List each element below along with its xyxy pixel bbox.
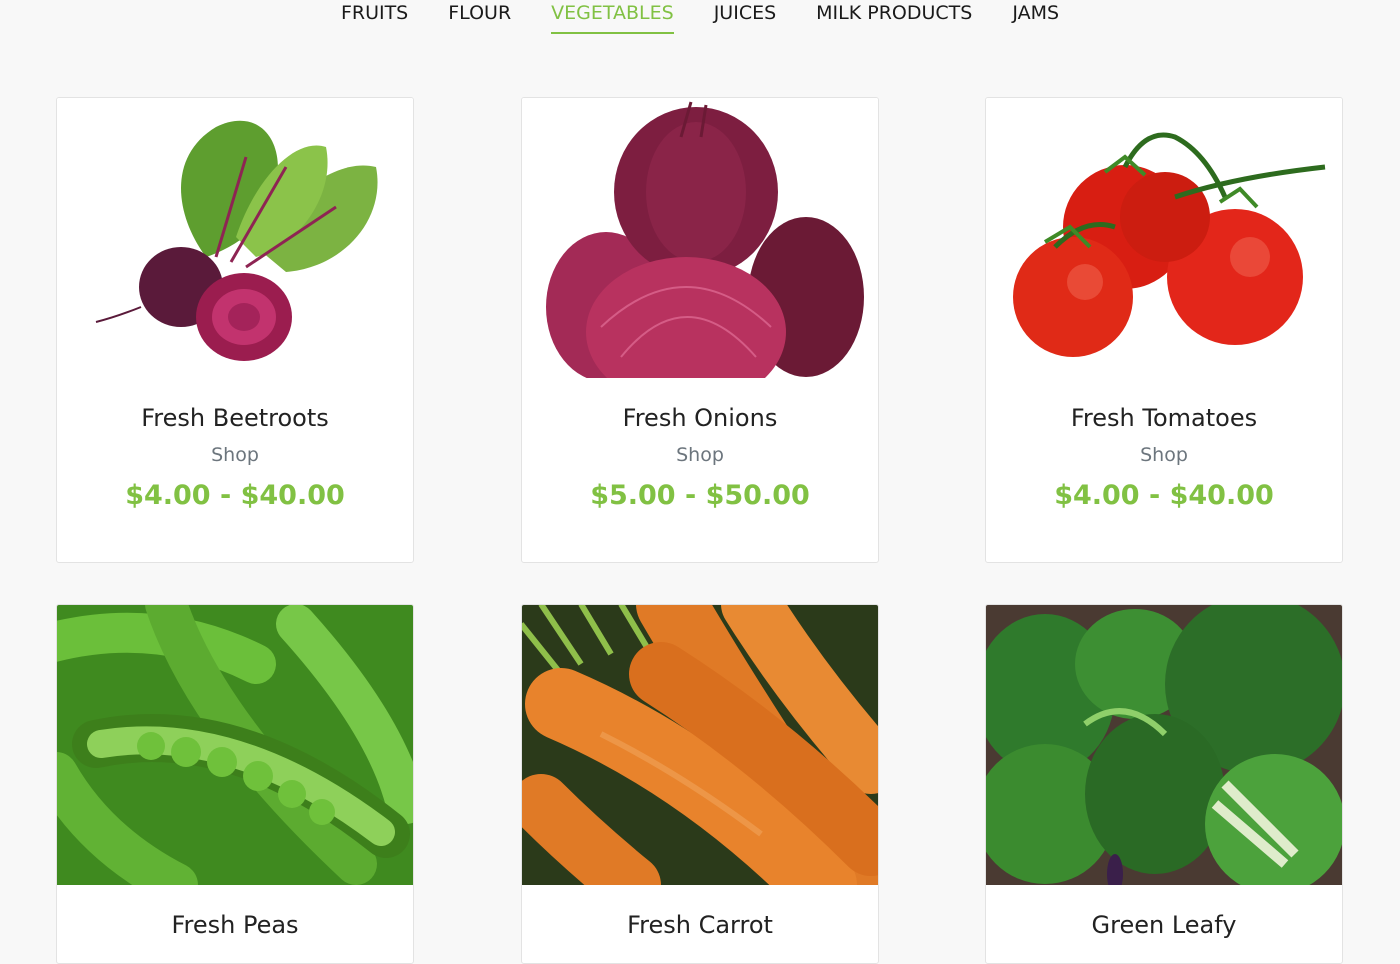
tab-milk-products[interactable]: MILK PRODUCTS bbox=[816, 0, 972, 34]
product-title[interactable]: Fresh Peas bbox=[57, 911, 413, 939]
product-card[interactable]: Fresh Onions Shop $5.00 - $50.00 bbox=[521, 97, 879, 563]
product-image-green-leafy[interactable] bbox=[986, 605, 1342, 885]
product-title[interactable]: Fresh Beetroots bbox=[57, 404, 413, 432]
product-title[interactable]: Fresh Carrot bbox=[522, 911, 878, 939]
product-card[interactable]: Fresh Carrot bbox=[521, 604, 879, 964]
tab-fruits[interactable]: FRUITS bbox=[341, 0, 408, 34]
product-price: $5.00 - $50.00 bbox=[590, 480, 810, 511]
tab-flour[interactable]: FLOUR bbox=[448, 0, 511, 34]
product-image-onions[interactable] bbox=[522, 98, 878, 378]
tab-juices[interactable]: JUICES bbox=[714, 0, 776, 34]
category-tabs: FRUITS FLOUR VEGETABLES JUICES MILK PROD… bbox=[0, 0, 1400, 40]
product-category[interactable]: Shop bbox=[57, 444, 413, 466]
product-card[interactable]: Fresh Tomatoes Shop $4.00 - $40.00 bbox=[985, 97, 1343, 563]
product-image-peas[interactable] bbox=[57, 605, 413, 885]
product-title[interactable]: Fresh Tomatoes bbox=[986, 404, 1342, 432]
product-image-tomatoes[interactable] bbox=[986, 98, 1342, 378]
tab-vegetables[interactable]: VEGETABLES bbox=[551, 0, 674, 34]
product-card[interactable]: Green Leafy bbox=[985, 604, 1343, 964]
product-category[interactable]: Shop bbox=[522, 444, 878, 466]
product-category[interactable]: Shop bbox=[986, 444, 1342, 466]
product-image-carrot[interactable] bbox=[522, 605, 878, 885]
product-title[interactable]: Green Leafy bbox=[986, 911, 1342, 939]
product-image-beetroots[interactable] bbox=[57, 98, 413, 378]
product-card[interactable]: Fresh Peas bbox=[56, 604, 414, 964]
product-title[interactable]: Fresh Onions bbox=[522, 404, 878, 432]
product-price: $4.00 - $40.00 bbox=[125, 480, 345, 511]
tab-jams[interactable]: JAMS bbox=[1012, 0, 1059, 34]
product-price: $4.00 - $40.00 bbox=[1054, 480, 1274, 511]
product-card[interactable]: Fresh Beetroots Shop $4.00 - $40.00 bbox=[56, 97, 414, 563]
